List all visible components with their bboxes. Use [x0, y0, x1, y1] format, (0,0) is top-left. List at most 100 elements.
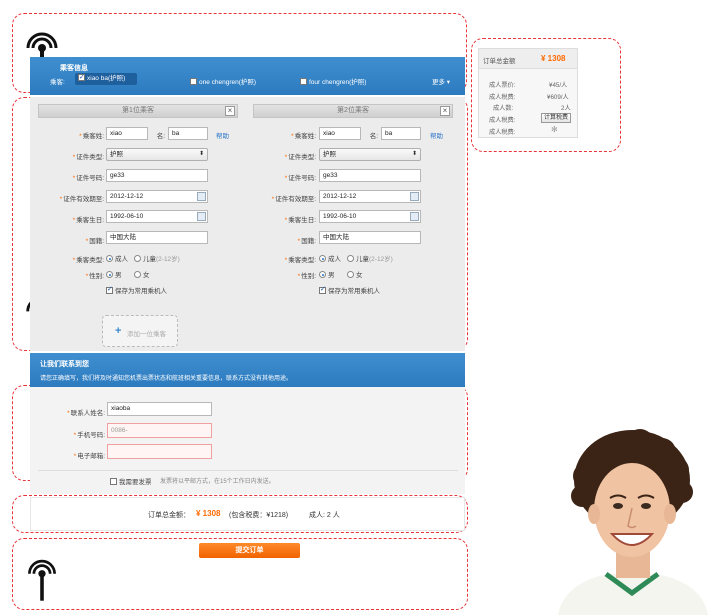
radio-child [134, 255, 141, 262]
id-expiry-input[interactable]: 2012-12-12 [319, 190, 421, 203]
passenger-type-child[interactable]: 儿童(2-12岁) [347, 253, 393, 263]
select-arrow-icon: ⬍ [411, 151, 417, 157]
contact-title: 让我们联系到您 [40, 361, 89, 368]
given-name-label: 名: [156, 133, 165, 140]
close-icon[interactable]: × [440, 106, 450, 116]
order-total-label: 订单总金额： [148, 512, 190, 519]
passenger-type-adult[interactable]: 成人 [106, 253, 128, 263]
passenger-type-label: *乘客类型: [284, 257, 316, 264]
calculate-tax-button[interactable]: 计算税费 [541, 113, 572, 123]
help-link[interactable]: 帮助 [430, 130, 443, 140]
email-label: *电子邮箱: [73, 453, 105, 460]
divider [38, 470, 458, 471]
passenger-card-1-header: 第1位乘客 × [38, 104, 238, 118]
passenger-card-2-title: 第2位乘客 [337, 107, 369, 114]
order-summary-total: ¥ 1308 [541, 54, 566, 63]
close-icon[interactable]: × [225, 106, 235, 116]
passenger-card-2-header: 第2位乘客 × [253, 104, 453, 118]
contact-subtitle: 请您正确填写，我们将及时通知您机票出票状态和航班相关重要信息，联系方式没有其他用… [40, 376, 293, 382]
contact-header-bar: 让我们联系到您 请您正确填写，我们将及时通知您机票出票状态和航班相关重要信息，联… [30, 353, 465, 387]
save-frequent-passenger[interactable]: 保存为常用乘机人 [319, 285, 380, 295]
birthday-input[interactable]: 1992-06-10 [319, 210, 421, 223]
help-link[interactable]: 帮助 [216, 130, 229, 140]
surname-input[interactable]: xiao [106, 127, 148, 140]
invoice-checkbox [110, 478, 117, 485]
gender-female[interactable]: 女 [134, 269, 150, 279]
add-passenger-label: 添加一位乘客 [127, 331, 166, 338]
order-total-amount: ¥ 1308 [196, 509, 221, 518]
given-name-input[interactable]: ba [168, 127, 208, 140]
given-name-input[interactable]: ba [381, 127, 421, 140]
summary-value: ¥609/人 [547, 94, 569, 101]
save-checkbox [106, 285, 113, 294]
summary-label: 成人税费: [489, 117, 516, 124]
smiling-person-image [558, 429, 708, 615]
order-summary-panel: 订单总金额 ¥ 1308 成人票价: ¥45/人 成人税费: ¥609/人 成人… [478, 48, 578, 138]
invoice-option[interactable]: 我需要发票 [110, 476, 152, 486]
radio-child [347, 255, 354, 262]
passenger-chip-3[interactable]: four chengren(护照) [300, 76, 366, 86]
passenger-checkbox-2[interactable] [190, 78, 197, 85]
summary-value: 2人 [561, 105, 571, 112]
calendar-icon[interactable] [197, 212, 206, 221]
id-type-select[interactable]: 护照 ⬍ [106, 148, 208, 161]
passenger-checkbox-3[interactable] [300, 78, 307, 85]
gender-label: *性别: [85, 273, 104, 280]
passenger-type-adult[interactable]: 成人 [319, 253, 341, 263]
phone-input[interactable]: 0086- [107, 423, 212, 438]
summary-label: 成人税费: [489, 129, 516, 136]
id-type-label: *证件类型: [284, 154, 316, 161]
order-total-adults: 成人: 2 人 [309, 512, 340, 519]
id-expiry-input[interactable]: 2012-12-12 [106, 190, 208, 203]
nationality-input[interactable]: 中国大陆 [319, 231, 421, 244]
birthday-input[interactable]: 1992-06-10 [106, 210, 208, 223]
radio-female [347, 271, 354, 278]
chevron-down-icon: ▾ [445, 79, 451, 86]
id-number-input[interactable]: ge33 [319, 169, 421, 182]
surname-input[interactable]: xiao [319, 127, 361, 140]
antenna-icon [28, 559, 56, 601]
gender-label: *性别: [297, 273, 316, 280]
radio-adult [106, 255, 113, 262]
passenger-type-child[interactable]: 儿童(2-12岁) [134, 253, 180, 263]
id-type-label: *证件类型: [72, 154, 104, 161]
surname-label: *乘客姓: [291, 133, 316, 140]
contact-name-input[interactable]: xiaoba [107, 402, 212, 416]
gender-male[interactable]: 男 [106, 269, 122, 279]
summary-label: 成人数: [493, 105, 514, 112]
invoice-note: 发票将以平邮方式，在15个工作日内发送。 [160, 479, 275, 485]
select-arrow-icon: ⬍ [198, 151, 204, 157]
radio-female [134, 271, 141, 278]
passenger-chip-2[interactable]: one chengren(护照) [190, 76, 256, 86]
passenger-select-label: 乘客: [50, 79, 65, 86]
calendar-icon[interactable] [410, 212, 419, 221]
save-checkbox [319, 285, 326, 294]
passenger-checkbox-1[interactable] [78, 72, 85, 84]
save-frequent-passenger[interactable]: 保存为常用乘机人 [106, 285, 167, 295]
calendar-icon[interactable] [197, 192, 206, 201]
id-number-label: *证件号码: [284, 175, 316, 182]
gender-female[interactable]: 女 [347, 269, 363, 279]
given-name-label: 名: [369, 133, 378, 140]
nationality-input[interactable]: 中国大陆 [106, 231, 208, 244]
add-passenger-button[interactable]: + 添加一位乘客 [102, 315, 178, 347]
id-type-select[interactable]: 护照 ⬍ [319, 148, 421, 161]
email-input[interactable] [107, 444, 212, 459]
passenger-header-bar: 乘客信息 乘客: xiao ba(护照) one chengren(护照) fo… [30, 57, 465, 95]
passenger-chip-1[interactable]: xiao ba(护照) [75, 72, 137, 85]
order-total-bar: 订单总金额： ¥ 1308 (包含税费：¥1218) 成人: 2 人 [30, 497, 465, 531]
gender-male[interactable]: 男 [319, 269, 335, 279]
nationality-label: *国籍: [85, 238, 104, 245]
id-number-input[interactable]: ge33 [106, 169, 208, 182]
summary-label: 成人税费: [489, 94, 516, 101]
plus-icon: + [115, 325, 122, 337]
summary-label: 成人票价: [489, 82, 516, 89]
calendar-icon[interactable] [410, 192, 419, 201]
more-passengers-link[interactable]: 更多 ▾ [432, 76, 450, 86]
nationality-label: *国籍: [297, 238, 316, 245]
passenger-card-1-title: 第1位乘客 [122, 107, 154, 114]
radio-male [319, 271, 326, 278]
contact-name-label: *联系人姓名: [67, 410, 105, 417]
loading-spinner-icon: ✻ [551, 125, 558, 134]
submit-order-button[interactable]: 提交订单 [199, 543, 300, 558]
